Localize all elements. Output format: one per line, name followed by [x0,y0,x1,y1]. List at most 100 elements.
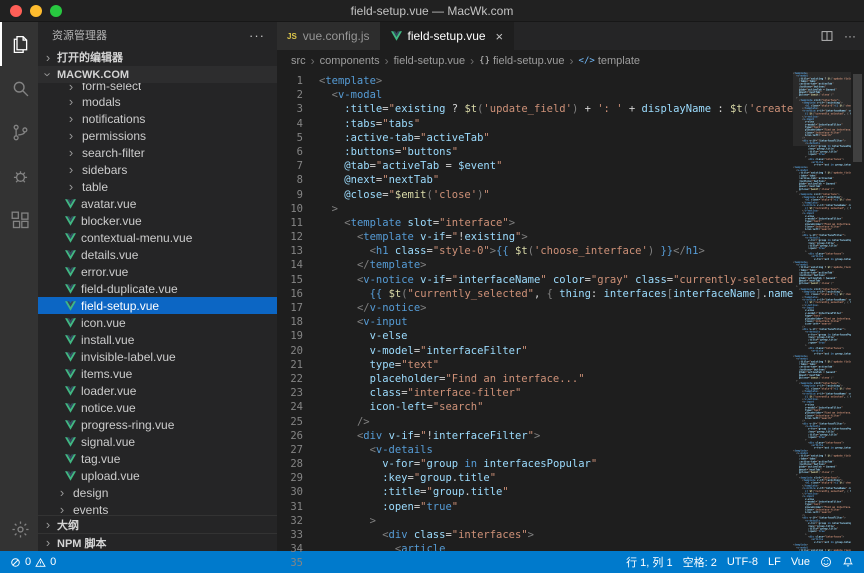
more-actions-icon[interactable]: ··· [844,29,856,43]
status-bar: 0 0 行 1, 列 1 空格: 2 UTF-8 LF Vue [0,551,864,573]
tree-item-label: blocker.vue [81,214,142,228]
minimap-content: <template> <v-modal :title="existing ? $… [793,72,851,551]
tree-item-sidebars[interactable]: ›sidebars [38,161,277,178]
chevron-right-icon: › [41,51,55,64]
breadcrumb-separator-icon: › [385,54,389,68]
tree-item-loader.vue[interactable]: loader.vue [38,382,277,399]
workspace-label: MACWK.COM [57,69,129,81]
vue-file-icon [64,386,77,396]
open-editors-section[interactable]: › 打开的编辑器 [38,48,277,66]
breadcrumb-item[interactable]: field-setup.vue [394,55,466,67]
search-icon[interactable] [0,66,38,110]
workspace-section[interactable]: › MACWK.COM [38,66,277,83]
source-control-icon[interactable] [0,110,38,154]
npm-scripts-label: NPM 脚本 [57,535,107,551]
breadcrumb-item[interactable]: {}field-setup.vue [479,55,564,67]
eol-selector[interactable]: LF [768,556,781,568]
scrollbar-thumb[interactable] [853,74,862,162]
close-window-button[interactable] [10,5,22,17]
outline-label: 大纲 [57,517,79,533]
zoom-window-button[interactable] [50,5,62,17]
vue-file-icon [64,369,77,379]
vue-file-icon [64,454,77,464]
tab-vue-config-js[interactable]: JS vue.config.js [277,22,381,50]
cursor-position[interactable]: 行 1, 列 1 [626,554,672,570]
breadcrumb-item[interactable]: src [291,55,306,67]
tree-item-design[interactable]: ›design [38,484,277,501]
split-editor-icon[interactable] [820,29,834,43]
vue-file-icon [64,199,77,209]
tree-item-notifications[interactable]: ›notifications [38,110,277,127]
language-mode[interactable]: Vue [791,556,810,568]
tree-item-field-duplicate.vue[interactable]: field-duplicate.vue [38,280,277,297]
tree-item-tag.vue[interactable]: tag.vue [38,450,277,467]
tree-item-events[interactable]: ›events [38,501,277,515]
error-count: 0 [25,556,31,568]
debug-icon[interactable] [0,154,38,198]
tree-item-items.vue[interactable]: items.vue [38,365,277,382]
tab-field-setup-vue[interactable]: field-setup.vue × [381,22,515,50]
tree-item-upload.vue[interactable]: upload.vue [38,467,277,484]
sidebar-explorer: 资源管理器 ··· › 打开的编辑器 › MACWK.COM ›form-sel… [38,22,277,551]
views-more-actions-icon[interactable]: ··· [249,28,265,43]
encoding[interactable]: UTF-8 [727,556,758,568]
breadcrumb-item[interactable]: </>template [579,55,640,67]
close-tab-icon[interactable]: × [496,29,504,44]
breadcrumb-item[interactable]: components [320,55,380,67]
tree-item-blocker.vue[interactable]: blocker.vue [38,212,277,229]
tree-item-modals[interactable]: ›modals [38,93,277,110]
tree-item-label: design [73,486,108,500]
chevron-right-icon: › [64,95,78,108]
breadcrumbs: src›components›field-setup.vue›{}field-s… [277,50,864,72]
tree-item-signal.vue[interactable]: signal.vue [38,433,277,450]
vue-file-icon [64,437,77,447]
tree-item-label: details.vue [81,248,138,262]
tree-item-details.vue[interactable]: details.vue [38,246,277,263]
breadcrumb-separator-icon: › [470,54,474,68]
tree-item-label: form-select [82,83,141,93]
feedback-smiley-icon[interactable] [820,556,832,568]
warning-count: 0 [50,556,56,568]
tree-item-avatar.vue[interactable]: avatar.vue [38,195,277,212]
tree-item-search-filter[interactable]: ›search-filter [38,144,277,161]
tree-item-label: tag.vue [81,452,120,466]
tree-item-icon.vue[interactable]: icon.vue [38,314,277,331]
notifications-bell-icon[interactable] [842,556,854,568]
tree-item-invisible-label.vue[interactable]: invisible-label.vue [38,348,277,365]
indentation[interactable]: 空格: 2 [683,554,717,570]
tree-item-install.vue[interactable]: install.vue [38,331,277,348]
tree-item-field-setup.vue[interactable]: field-setup.vue [38,297,277,314]
editor-scrollbar[interactable] [851,72,864,551]
error-icon [10,557,21,568]
extensions-icon[interactable] [0,198,38,242]
vue-file-icon [64,318,77,328]
manage-gear-icon[interactable] [0,507,38,551]
vue-file-icon [64,284,77,294]
javascript-file-icon: JS [287,32,297,41]
vue-file-icon [64,352,77,362]
tree-item-notice.vue[interactable]: notice.vue [38,399,277,416]
tree-item-form-select[interactable]: ›form-select [38,83,277,93]
tree-item-permissions[interactable]: ›permissions [38,127,277,144]
editor-actions: ··· [820,22,856,50]
tree-item-label: notice.vue [81,401,136,415]
tree-item-label: invisible-label.vue [81,350,176,364]
explorer-icon[interactable] [0,22,38,66]
tree-item-progress-ring.vue[interactable]: progress-ring.vue [38,416,277,433]
tab-label: vue.config.js [303,29,370,43]
code-content[interactable]: <template> <v-modal :title="existing ? $… [315,72,793,551]
tree-item-table[interactable]: ›table [38,178,277,195]
tree-item-error.vue[interactable]: error.vue [38,263,277,280]
npm-scripts-section[interactable]: › NPM 脚本 [38,533,277,551]
problems-indicator[interactable]: 0 0 [10,556,56,568]
tree-item-label: notifications [82,112,145,126]
tree-item-label: table [82,180,108,194]
tree-item-label: items.vue [81,367,132,381]
tree-item-contextual-menu.vue[interactable]: contextual-menu.vue [38,229,277,246]
minimap[interactable]: <template> <v-modal :title="existing ? $… [793,72,851,551]
outline-section[interactable]: › 大纲 [38,515,277,533]
file-tree: ›form-select›modals›notifications›permis… [38,83,277,515]
chevron-right-icon: › [64,163,78,176]
minimize-window-button[interactable] [30,5,42,17]
tree-item-label: signal.vue [81,435,135,449]
